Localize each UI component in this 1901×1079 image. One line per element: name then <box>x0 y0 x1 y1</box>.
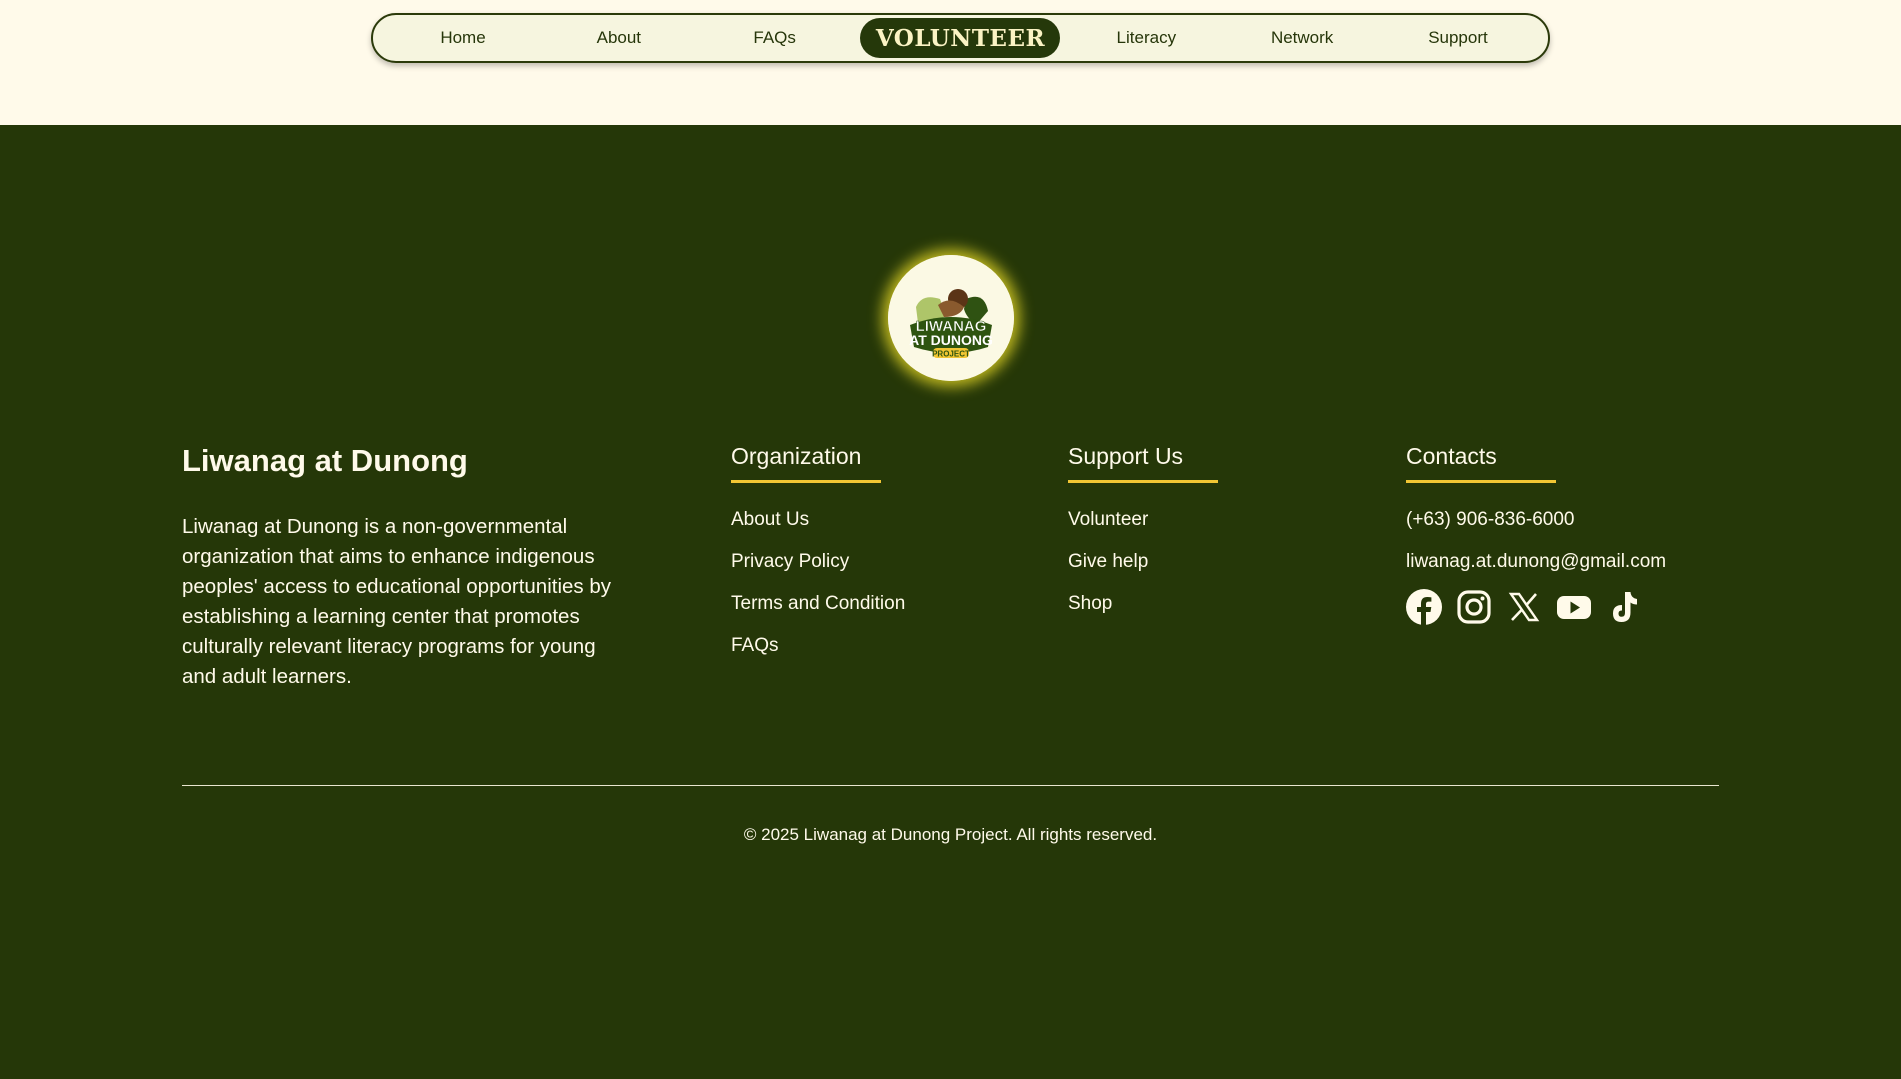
facebook-icon[interactable] <box>1406 589 1442 625</box>
nav-faqs[interactable]: FAQs <box>705 28 845 48</box>
youtube-icon[interactable] <box>1556 589 1592 625</box>
organization-column: Organization About Us Privacy Policy Ter… <box>731 443 905 677</box>
support-column: Support Us Volunteer Give help Shop <box>1068 443 1218 635</box>
header-band: Home About FAQs VOLUNTEER Literacy Netwo… <box>0 0 1901 125</box>
contact-phone[interactable]: (+63) 906-836-6000 <box>1406 509 1666 531</box>
link-about-us[interactable]: About Us <box>731 509 905 531</box>
nav-about[interactable]: About <box>549 28 689 48</box>
nav-volunteer-button[interactable]: VOLUNTEER <box>860 18 1061 58</box>
footer-brand-title: Liwanag at Dunong <box>182 443 468 478</box>
site-footer: LIWANAG AT DUNONG PROJECT Liwanag at Dun… <box>0 125 1901 1079</box>
footer-brand-description: Liwanag at Dunong is a non-governmental … <box>182 515 611 688</box>
contacts-heading-underline <box>1406 480 1556 483</box>
link-shop[interactable]: Shop <box>1068 593 1218 615</box>
logo-text-line3: PROJECT <box>932 350 970 359</box>
tiktok-icon[interactable] <box>1606 589 1642 625</box>
organization-heading: Organization <box>731 443 862 469</box>
contacts-column: Contacts (+63) 906-836-6000 liwanag.at.d… <box>1406 443 1666 625</box>
logo-emblem: LIWANAG AT DUNONG PROJECT <box>888 255 1014 381</box>
logo-text-line2: AT DUNONG <box>909 332 993 348</box>
footer-logo: LIWANAG AT DUNONG PROJECT <box>888 255 1014 381</box>
x-icon[interactable] <box>1506 589 1542 625</box>
copyright-text: © 2025 Liwanag at Dunong Project. All ri… <box>743 825 1158 844</box>
organization-heading-underline <box>731 480 881 483</box>
support-heading: Support Us <box>1068 443 1184 469</box>
link-volunteer[interactable]: Volunteer <box>1068 509 1218 531</box>
link-faqs[interactable]: FAQs <box>731 635 905 657</box>
social-links <box>1406 589 1666 625</box>
nav-network[interactable]: Network <box>1232 28 1372 48</box>
link-terms-and-condition[interactable]: Terms and Condition <box>731 593 905 615</box>
footer-divider <box>182 785 1719 786</box>
instagram-icon[interactable] <box>1456 589 1492 625</box>
nav-support[interactable]: Support <box>1388 28 1528 48</box>
contact-email[interactable]: liwanag.at.dunong@gmail.com <box>1406 551 1666 573</box>
contacts-heading: Contacts <box>1406 443 1497 469</box>
nav-home[interactable]: Home <box>393 28 533 48</box>
main-navbar: Home About FAQs VOLUNTEER Literacy Netwo… <box>371 13 1550 63</box>
support-heading-underline <box>1068 480 1218 483</box>
link-give-help[interactable]: Give help <box>1068 551 1218 573</box>
nav-literacy[interactable]: Literacy <box>1076 28 1216 48</box>
link-privacy-policy[interactable]: Privacy Policy <box>731 551 905 573</box>
